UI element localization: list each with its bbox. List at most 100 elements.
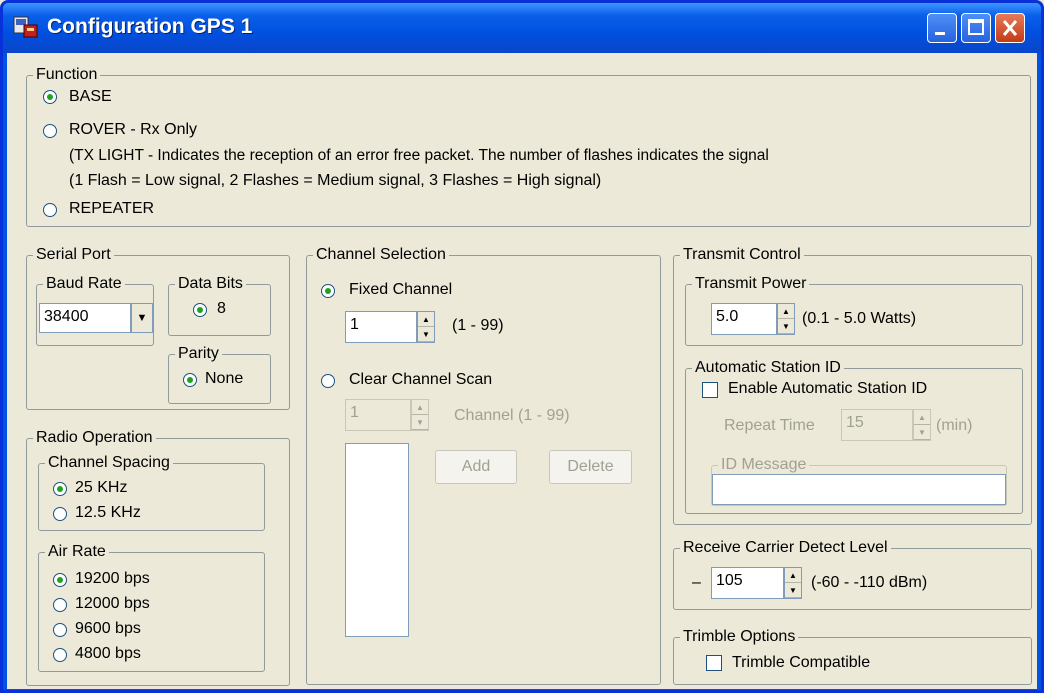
parity-value: None	[205, 370, 244, 387]
data-bits-label: Data Bits	[175, 274, 246, 294]
channel-scan-list[interactable]	[345, 443, 409, 637]
channel-spacing-label: Channel Spacing	[45, 453, 173, 473]
transmit-power-group: Transmit Power 5.0 ▲ ▼ (0.1 - 5.0 Watts)	[685, 274, 1023, 346]
id-message-group: ID Message	[711, 455, 1007, 506]
auto-station-id-group: Automatic Station ID Enable Automatic St…	[685, 358, 1023, 514]
spin-down-icon[interactable]: ▼	[785, 583, 801, 598]
enable-auto-id-label: Enable Automatic Station ID	[728, 380, 928, 397]
air-rate-label: Air Rate	[45, 542, 109, 562]
spacing-25-radio[interactable]	[53, 482, 67, 496]
auto-station-id-label: Automatic Station ID	[692, 358, 844, 378]
function-label: Function	[33, 65, 101, 85]
id-message-input[interactable]	[712, 474, 1006, 505]
scan-channel-input[interactable]: 1	[345, 399, 411, 431]
spin-down-icon[interactable]: ▼	[418, 327, 434, 342]
scan-channel-spinner[interactable]: ▲ ▼	[411, 399, 429, 431]
repeat-time-spinner[interactable]: ▲ ▼	[913, 409, 931, 441]
client-area: Function BASE ROVER - Rx Only (TX LIGHT …	[7, 53, 1037, 689]
receive-carrier-label: Receive Carrier Detect Level	[680, 538, 891, 558]
data-bits-value: 8	[217, 300, 226, 317]
transmit-control-group: Transmit Control Transmit Power 5.0 ▲ ▼ …	[673, 245, 1032, 525]
repeat-time-input[interactable]: 15	[841, 409, 913, 441]
maximize-icon	[968, 19, 984, 35]
clear-scan-radio[interactable]	[321, 374, 335, 388]
channel-selection-label: Channel Selection	[313, 245, 449, 265]
baud-rate-group: Baud Rate 38400 ▼	[36, 274, 154, 346]
channel-spacing-group: Channel Spacing 25 KHz 12.5 KHz	[38, 453, 265, 531]
base-radio[interactable]	[43, 90, 57, 104]
window-title: Configuration GPS 1	[47, 15, 253, 38]
spacing-125-radio[interactable]	[53, 507, 67, 521]
repeat-time-label: Repeat Time	[724, 417, 815, 434]
flash-note: (1 Flash = Low signal, 2 Flashes = Mediu…	[69, 172, 602, 189]
rate-12000-radio[interactable]	[53, 598, 67, 612]
rate-9600-label: 9600 bps	[75, 620, 141, 637]
spin-down-icon[interactable]: ▼	[412, 415, 428, 430]
spin-up-icon[interactable]: ▲	[778, 304, 794, 319]
air-rate-group: Air Rate 19200 bps 12000 bps 9600 bps 48…	[38, 542, 265, 672]
transmit-power-range: (0.1 - 5.0 Watts)	[802, 310, 917, 327]
trimble-options-group: Trimble Options Trimble Compatible	[673, 627, 1032, 685]
add-button[interactable]: Add	[435, 450, 517, 484]
app-icon	[13, 16, 38, 38]
config-window: Configuration GPS 1 Function BASE ROVER …	[0, 0, 1044, 693]
transmit-power-spinner[interactable]: ▲ ▼	[777, 303, 795, 335]
data-bits-radio[interactable]	[193, 303, 207, 317]
spin-up-icon[interactable]: ▲	[914, 410, 930, 425]
close-button[interactable]	[995, 13, 1025, 43]
rover-radio[interactable]	[43, 124, 57, 138]
receive-carrier-group: Receive Carrier Detect Level – 105 ▲ ▼ (…	[673, 538, 1032, 610]
receive-carrier-input[interactable]: 105	[711, 567, 784, 599]
receive-carrier-range: (-60 - -110 dBm)	[811, 574, 928, 591]
baud-rate-label: Baud Rate	[43, 274, 125, 294]
baud-rate-dropdown[interactable]: ▼	[131, 303, 153, 333]
baud-rate-select[interactable]: 38400	[39, 303, 131, 333]
spacing-125-label: 12.5 KHz	[75, 504, 141, 521]
enable-auto-id-checkbox[interactable]	[702, 382, 718, 398]
trimble-compatible-label: Trimble Compatible	[732, 654, 871, 671]
channel-selection-group: Channel Selection Fixed Channel 1 ▲ ▼ (1…	[306, 245, 661, 685]
repeat-time-unit: (min)	[936, 417, 973, 434]
clear-scan-label: Clear Channel Scan	[349, 371, 493, 388]
fixed-channel-label: Fixed Channel	[349, 281, 453, 298]
delete-button[interactable]: Delete	[549, 450, 632, 484]
id-message-label: ID Message	[718, 455, 810, 475]
parity-radio[interactable]	[183, 373, 197, 387]
parity-group: Parity None	[168, 344, 271, 404]
radio-operation-label: Radio Operation	[33, 428, 156, 448]
base-label: BASE	[69, 88, 112, 105]
rate-4800-radio[interactable]	[53, 648, 67, 662]
repeater-label: REPEATER	[69, 200, 155, 217]
receive-carrier-sign: –	[692, 574, 701, 591]
fixed-channel-spinner[interactable]: ▲ ▼	[417, 311, 435, 343]
tx-light-note: (TX LIGHT - Indicates the reception of a…	[69, 147, 769, 164]
chevron-down-icon: ▼	[136, 312, 148, 324]
rate-19200-radio[interactable]	[53, 573, 67, 587]
parity-label: Parity	[175, 344, 222, 364]
spin-up-icon[interactable]: ▲	[418, 312, 434, 327]
scan-channel-range: Channel (1 - 99)	[454, 407, 570, 424]
receive-carrier-spinner[interactable]: ▲ ▼	[784, 567, 802, 599]
rate-12000-label: 12000 bps	[75, 595, 150, 612]
spin-down-icon[interactable]: ▼	[778, 319, 794, 334]
serial-port-group: Serial Port Baud Rate 38400 ▼ Data Bits …	[26, 245, 290, 410]
trimble-compatible-checkbox[interactable]	[706, 655, 722, 671]
close-icon	[1002, 20, 1018, 36]
transmit-power-input[interactable]: 5.0	[711, 303, 777, 335]
spin-up-icon[interactable]: ▲	[412, 400, 428, 415]
spin-up-icon[interactable]: ▲	[785, 568, 801, 583]
minimize-button[interactable]	[927, 13, 957, 43]
fixed-channel-range: (1 - 99)	[452, 317, 504, 334]
trimble-options-label: Trimble Options	[680, 627, 799, 647]
maximize-button[interactable]	[961, 13, 991, 43]
spin-down-icon[interactable]: ▼	[914, 425, 930, 440]
repeater-radio[interactable]	[43, 203, 57, 217]
data-bits-group: Data Bits 8	[168, 274, 271, 336]
minimize-icon	[935, 32, 945, 35]
transmit-control-label: Transmit Control	[680, 245, 804, 265]
rate-9600-radio[interactable]	[53, 623, 67, 637]
title-bar[interactable]: Configuration GPS 1	[3, 3, 1041, 53]
fixed-channel-radio[interactable]	[321, 284, 335, 298]
fixed-channel-input[interactable]: 1	[345, 311, 417, 343]
transmit-power-label: Transmit Power	[692, 274, 810, 294]
